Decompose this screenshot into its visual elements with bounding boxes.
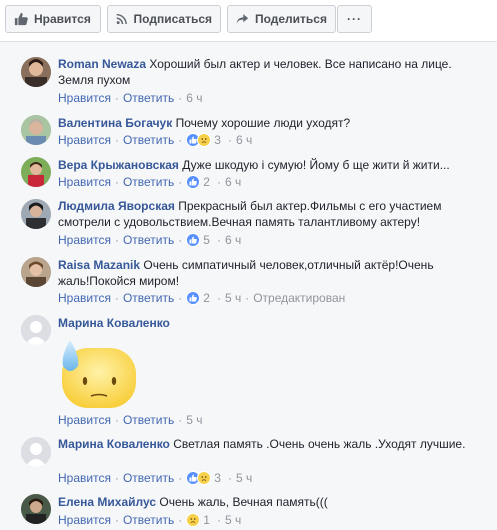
comment-like-link[interactable]: Нравится xyxy=(58,291,111,305)
reaction-count: 5 xyxy=(203,233,210,247)
avatar[interactable] xyxy=(21,157,51,187)
reaction-count: 3 xyxy=(214,133,221,147)
comment-meta: Нравится · Ответить · 6 ч xyxy=(58,91,203,105)
comment-time[interactable]: 5 ч xyxy=(186,413,202,427)
comment-author[interactable]: Марина Коваленко xyxy=(58,437,170,451)
sad-reaction-icon xyxy=(197,133,212,147)
share-button-label: Поделиться xyxy=(254,12,327,26)
comment-time[interactable]: 5 ч xyxy=(225,291,241,305)
subscribe-button[interactable]: Подписаться xyxy=(107,5,221,33)
reaction-count: 2 xyxy=(203,291,210,305)
comment-meta: Нравится · Ответить · 5 ч xyxy=(58,413,203,427)
comment-meta: Нравится · Ответить · 3 · 5 ч xyxy=(58,471,253,485)
comment-author[interactable]: Людмила Яворская xyxy=(58,199,175,213)
share-arrow-icon xyxy=(236,14,249,24)
comment-reply-link[interactable]: Ответить xyxy=(123,133,174,147)
like-button[interactable]: Нравится xyxy=(5,5,101,33)
comment-time[interactable]: 6 ч xyxy=(236,133,252,147)
default-avatar-icon xyxy=(21,315,51,345)
comment-reply-link[interactable]: Ответить xyxy=(123,291,174,305)
share-button[interactable]: Поделиться xyxy=(227,5,336,33)
comment-author[interactable]: Вера Крыжановская xyxy=(58,158,179,172)
avatar[interactable] xyxy=(21,315,51,345)
comment-like-link[interactable]: Нравится xyxy=(58,233,111,247)
comment-author[interactable]: Roman Newaza xyxy=(58,57,146,71)
reaction-summary[interactable]: 5 xyxy=(186,233,210,247)
comment-reply-link[interactable]: Ответить xyxy=(123,91,174,105)
comment-like-link[interactable]: Нравится xyxy=(58,91,111,105)
reaction-summary[interactable]: 3 xyxy=(186,133,221,147)
reaction-summary[interactable]: 2 xyxy=(186,291,210,305)
comment-like-link[interactable]: Нравится xyxy=(58,413,111,427)
reaction-count: 2 xyxy=(203,175,210,189)
comment-meta: Нравится · Ответить · 2 · 6 ч xyxy=(58,175,242,189)
reaction-count: 3 xyxy=(214,471,221,485)
avatar[interactable] xyxy=(21,257,51,287)
comment-time[interactable]: 6 ч xyxy=(225,233,241,247)
comment-reply-link[interactable]: Ответить xyxy=(123,471,174,485)
comment-time[interactable]: 5 ч xyxy=(236,471,252,485)
comment-meta: Нравится · Ответить · 1 · 5 ч xyxy=(58,513,242,527)
reaction-count: 1 xyxy=(203,513,210,527)
comment-reply-link[interactable]: Ответить xyxy=(123,175,174,189)
comment-reply-link[interactable]: Ответить xyxy=(123,513,174,527)
comment-text: Почему хорошие люди уходят? xyxy=(175,116,351,130)
comment-like-link[interactable]: Нравится xyxy=(58,133,111,147)
comment-meta: Нравится · Ответить · 5 · 6 ч xyxy=(58,233,242,247)
comment-meta: Нравится · Ответить · 3 · 6 ч xyxy=(58,133,253,147)
reaction-summary[interactable]: 1 xyxy=(186,513,210,527)
comment-like-link[interactable]: Нравится xyxy=(58,513,111,527)
comment-time[interactable]: 5 ч xyxy=(225,513,241,527)
comment-text: Светлая память .Очень очень жаль .Уходят… xyxy=(173,437,466,451)
like-reaction-icon xyxy=(186,291,201,305)
comment-author[interactable]: Валентина Богачук xyxy=(58,116,172,130)
post-action-bar: Нравится Подписаться Поделиться ··· xyxy=(0,0,497,42)
edited-label[interactable]: Отредактирован xyxy=(253,291,345,305)
sweat-emoji-sticker-icon xyxy=(62,340,136,408)
comment-time[interactable]: 6 ч xyxy=(186,91,202,105)
comment-reply-link[interactable]: Ответить xyxy=(123,413,174,427)
avatar[interactable] xyxy=(21,115,51,145)
comment-like-link[interactable]: Нравится xyxy=(58,175,111,189)
comment-time[interactable]: 6 ч xyxy=(225,175,241,189)
avatar[interactable] xyxy=(21,57,51,87)
comment-author[interactable]: Марина Коваленко xyxy=(58,316,170,330)
subscribe-button-label: Подписаться xyxy=(133,12,212,26)
comment-reply-link[interactable]: Ответить xyxy=(123,233,174,247)
rss-icon xyxy=(116,13,127,25)
avatar[interactable] xyxy=(21,437,51,467)
avatar[interactable] xyxy=(21,494,51,524)
like-reaction-icon xyxy=(186,175,201,189)
like-reaction-icon xyxy=(186,233,201,247)
sad-reaction-icon xyxy=(186,513,201,527)
more-options-button[interactable]: ··· xyxy=(337,5,372,33)
more-options-label: ··· xyxy=(347,12,362,26)
comment-like-link[interactable]: Нравится xyxy=(58,471,111,485)
comment-meta: Нравится · Ответить · 2 · 5 ч · Отредакт… xyxy=(58,291,346,305)
thumbs-up-icon xyxy=(14,12,28,26)
reaction-summary[interactable]: 3 xyxy=(186,471,221,485)
sad-reaction-icon xyxy=(197,471,212,485)
comment-author[interactable]: Raisa Mazanik xyxy=(58,258,140,272)
comment-text: Очень жаль, Вечная память((( xyxy=(159,495,328,509)
reaction-summary[interactable]: 2 xyxy=(186,175,210,189)
default-avatar-icon xyxy=(21,437,51,467)
avatar[interactable] xyxy=(21,199,51,229)
comment-text: Дуже шкодую і сумую! Йому б ще жити й жи… xyxy=(182,158,450,172)
like-button-label: Нравится xyxy=(34,12,91,26)
comment-author[interactable]: Елена Михайлус xyxy=(58,495,156,509)
